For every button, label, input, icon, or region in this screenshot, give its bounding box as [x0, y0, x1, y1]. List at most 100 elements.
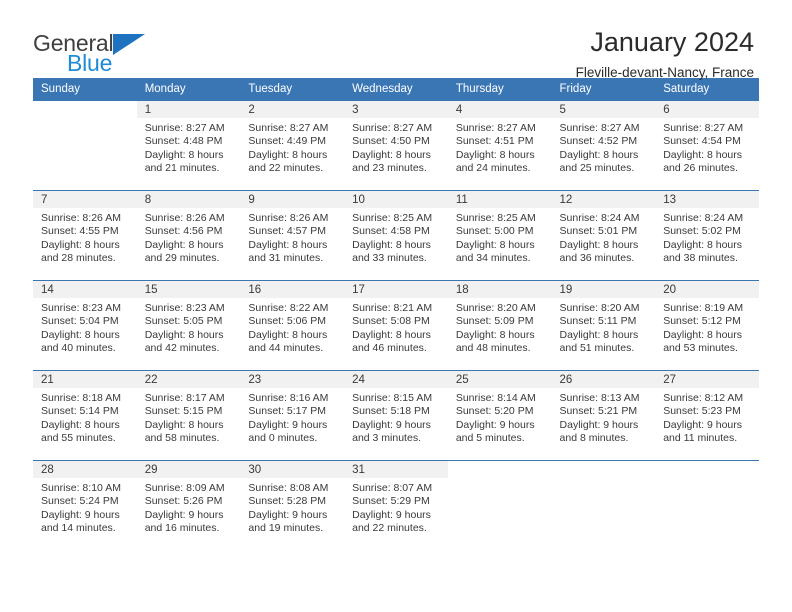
- day-sunset-text: Sunset: 5:20 PM: [455, 405, 534, 418]
- day-daylight-line-text: Daylight: 8 hours: [455, 328, 535, 341]
- day-sunrise-text: Sunrise: 8:23 AM: [144, 302, 225, 314]
- calendar-day-cell[interactable]: 24 Sunrise: 8:15 AM Sunset: 5:18 PM Dayligh…: [344, 370, 448, 461]
- calendar-day-cell[interactable]: 12 Sunrise: 8:24 AM Sunset: 5:01 PM Dayligh…: [551, 190, 656, 281]
- day-sunset-text: Sunset: 5:06 PM: [248, 315, 327, 328]
- calendar-day-cell[interactable]: 29 Sunrise: 8:09 AM Sunset: 5:26 PM Dayligh…: [136, 460, 241, 550]
- day-sunrise-text: Sunrise: 8:23 AM: [41, 302, 121, 314]
- calendar-day-cell[interactable]: 9 Sunrise: 8:26 AM Sunset: 4:57 PM Daylight…: [240, 190, 345, 281]
- calendar-day-cell[interactable]: 18 Sunrise: 8:20 AM Sunset: 5:09 PM Dayligh…: [447, 280, 552, 371]
- day-cell-inner: 17 Sunrise: 8:21 AM Sunset: 5:08 PM Dayligh…: [344, 281, 448, 370]
- day-cell-details: [552, 478, 656, 482]
- day-sunset-text: Sunset: 5:00 PM: [455, 225, 534, 238]
- weekday-header-thursday: Thursday: [447, 78, 552, 101]
- weekday-header-wednesday: Wednesday: [344, 78, 448, 101]
- calendar-day-cell[interactable]: 2 Sunrise: 8:27 AM Sunset: 4:49 PM Daylight…: [240, 100, 345, 191]
- day-sunset-text: Sunset: 5:18 PM: [352, 405, 430, 418]
- day-cell-details: Sunrise: 8:14 AM Sunset: 5:20 PM Daylight:…: [448, 388, 552, 446]
- day-sunset-text: Sunset: 5:09 PM: [455, 315, 534, 328]
- day-cell-inner: 14 Sunrise: 8:23 AM Sunset: 5:04 PM Dayligh…: [33, 281, 137, 370]
- day-daylight-line-text: Daylight: 8 hours: [144, 418, 224, 431]
- day-number: 20: [655, 281, 759, 298]
- day-number: 8: [136, 191, 241, 208]
- day-daylight-line-text: Daylight: 8 hours: [144, 328, 224, 341]
- calendar-day-cell[interactable]: 25 Sunrise: 8:14 AM Sunset: 5:20 PM Dayligh…: [447, 370, 552, 461]
- calendar-day-cell[interactable]: 11 Sunrise: 8:25 AM Sunset: 5:00 PM Dayligh…: [447, 190, 552, 281]
- day-cell-inner: 21 Sunrise: 8:18 AM Sunset: 5:14 PM Dayligh…: [33, 371, 137, 460]
- calendar-day-cell[interactable]: 26 Sunrise: 8:13 AM Sunset: 5:21 PM Dayligh…: [551, 370, 656, 461]
- calendar-day-cell-empty: [551, 460, 656, 550]
- calendar-day-cell[interactable]: 16 Sunrise: 8:22 AM Sunset: 5:06 PM Dayligh…: [240, 280, 345, 371]
- calendar-day-cell[interactable]: 17 Sunrise: 8:21 AM Sunset: 5:08 PM Dayligh…: [344, 280, 448, 371]
- day-cell-details: Sunrise: 8:23 AM Sunset: 5:05 PM Daylight:…: [137, 298, 241, 356]
- day-sunset-text: Sunset: 5:26 PM: [144, 495, 223, 508]
- day-number: 15: [136, 281, 241, 298]
- day-sunrise-text: Sunrise: 8:10 AM: [41, 482, 121, 494]
- day-cell-details: Sunrise: 8:27 AM Sunset: 4:50 PM Daylight:…: [344, 118, 448, 176]
- weekday-header-saturday: Saturday: [655, 78, 759, 101]
- day-sunrise-text: Sunrise: 8:20 AM: [559, 302, 640, 314]
- day-cell-details: Sunrise: 8:23 AM Sunset: 5:04 PM Daylight:…: [33, 298, 137, 356]
- calendar-day-cell[interactable]: 28 Sunrise: 8:10 AM Sunset: 5:24 PM Dayligh…: [33, 460, 137, 550]
- day-cell-details: Sunrise: 8:26 AM Sunset: 4:57 PM Daylight:…: [240, 208, 344, 266]
- calendar-day-cell[interactable]: 21 Sunrise: 8:18 AM Sunset: 5:14 PM Dayligh…: [33, 370, 137, 461]
- day-sunrise-text: Sunrise: 8:16 AM: [248, 392, 329, 404]
- calendar-day-cell[interactable]: 1 Sunrise: 8:27 AM Sunset: 4:48 PM Daylight…: [136, 100, 241, 191]
- day-daylight-line-text: Daylight: 8 hours: [352, 328, 431, 341]
- page-masthead: General Blue January 2024 Fleville-devan…: [0, 0, 792, 81]
- day-cell-details: Sunrise: 8:26 AM Sunset: 4:55 PM Daylight:…: [33, 208, 137, 266]
- calendar-day-cell[interactable]: 13 Sunrise: 8:24 AM Sunset: 5:02 PM Dayligh…: [655, 190, 759, 281]
- day-cell-details: Sunrise: 8:17 AM Sunset: 5:15 PM Daylight:…: [137, 388, 241, 446]
- calendar-day-cell[interactable]: 8 Sunrise: 8:26 AM Sunset: 4:56 PM Daylight…: [136, 190, 241, 281]
- calendar-day-cell[interactable]: 23 Sunrise: 8:16 AM Sunset: 5:17 PM Dayligh…: [240, 370, 345, 461]
- calendar-day-cell[interactable]: 3 Sunrise: 8:27 AM Sunset: 4:50 PM Daylight…: [344, 100, 448, 191]
- day-daylight-line-text: and 29 minutes.: [144, 252, 220, 265]
- day-cell-inner: [33, 101, 137, 190]
- day-sunset-text: Sunset: 5:21 PM: [559, 405, 638, 418]
- calendar-day-cell[interactable]: 14 Sunrise: 8:23 AM Sunset: 5:04 PM Dayligh…: [33, 280, 137, 371]
- day-daylight-line-text: Daylight: 8 hours: [559, 148, 639, 161]
- calendar-header: Sunday Monday Tuesday Wednesday Thursday…: [33, 78, 759, 101]
- day-cell-details: Sunrise: 8:21 AM Sunset: 5:08 PM Daylight:…: [344, 298, 448, 356]
- day-sunrise-text: Sunrise: 8:12 AM: [663, 392, 744, 404]
- calendar-day-cell[interactable]: 6 Sunrise: 8:27 AM Sunset: 4:54 PM Daylight…: [655, 100, 759, 191]
- day-daylight-line-text: and 21 minutes.: [144, 162, 220, 175]
- day-number: 18: [447, 281, 552, 298]
- day-daylight-line-text: and 22 minutes.: [352, 522, 427, 535]
- day-cell-inner: [551, 461, 656, 550]
- day-sunset-text: Sunset: 4:50 PM: [352, 135, 430, 148]
- calendar-day-cell[interactable]: 10 Sunrise: 8:25 AM Sunset: 4:58 PM Dayligh…: [344, 190, 448, 281]
- day-number: 7: [33, 191, 137, 208]
- calendar-day-cell[interactable]: 4 Sunrise: 8:27 AM Sunset: 4:51 PM Daylight…: [447, 100, 552, 191]
- day-sunset-text: Sunset: 4:52 PM: [559, 135, 638, 148]
- generalblue-logo[interactable]: General Blue: [33, 28, 146, 75]
- calendar-day-cell[interactable]: 27 Sunrise: 8:12 AM Sunset: 5:23 PM Dayligh…: [655, 370, 759, 461]
- calendar-day-cell[interactable]: 22 Sunrise: 8:17 AM Sunset: 5:15 PM Dayligh…: [136, 370, 241, 461]
- day-daylight-line-text: Daylight: 8 hours: [41, 418, 120, 431]
- day-cell-inner: 26 Sunrise: 8:13 AM Sunset: 5:21 PM Dayligh…: [551, 371, 656, 460]
- day-cell-details: Sunrise: 8:20 AM Sunset: 5:09 PM Daylight:…: [448, 298, 552, 356]
- weekday-header-sunday: Sunday: [33, 78, 137, 101]
- day-sunrise-text: Sunrise: 8:24 AM: [559, 212, 640, 224]
- day-cell-details: Sunrise: 8:10 AM Sunset: 5:24 PM Daylight:…: [33, 478, 137, 536]
- day-sunrise-text: Sunrise: 8:08 AM: [248, 482, 329, 494]
- day-cell-inner: 9 Sunrise: 8:26 AM Sunset: 4:57 PM Daylight…: [240, 191, 345, 280]
- calendar-week-row: 7 Sunrise: 8:26 AM Sunset: 4:55 PM Daylight…: [33, 190, 759, 281]
- day-daylight-line-text: and 44 minutes.: [248, 342, 324, 355]
- day-number: 25: [447, 371, 552, 388]
- calendar-day-cell[interactable]: 20 Sunrise: 8:19 AM Sunset: 5:12 PM Dayligh…: [655, 280, 759, 371]
- calendar-day-cell[interactable]: 31 Sunrise: 8:07 AM Sunset: 5:29 PM Dayligh…: [344, 460, 448, 550]
- day-sunset-text: Sunset: 4:51 PM: [455, 135, 534, 148]
- calendar-day-cell[interactable]: 5 Sunrise: 8:27 AM Sunset: 4:52 PM Daylight…: [551, 100, 656, 191]
- calendar-day-cell[interactable]: 7 Sunrise: 8:26 AM Sunset: 4:55 PM Daylight…: [33, 190, 137, 281]
- day-number: 9: [240, 191, 345, 208]
- day-sunrise-text: Sunrise: 8:27 AM: [144, 122, 225, 134]
- calendar-day-cell[interactable]: 15 Sunrise: 8:23 AM Sunset: 5:05 PM Dayligh…: [136, 280, 241, 371]
- day-daylight-line-text: Daylight: 8 hours: [248, 328, 328, 341]
- day-number: 27: [655, 371, 759, 388]
- calendar-page: General Blue January 2024 Fleville-devan…: [0, 0, 792, 612]
- day-number: 11: [447, 191, 552, 208]
- day-cell-inner: 18 Sunrise: 8:20 AM Sunset: 5:09 PM Dayligh…: [447, 281, 552, 370]
- day-daylight-line-text: Daylight: 8 hours: [144, 238, 224, 251]
- calendar-day-cell[interactable]: 30 Sunrise: 8:08 AM Sunset: 5:28 PM Dayligh…: [240, 460, 345, 550]
- calendar-day-cell[interactable]: 19 Sunrise: 8:20 AM Sunset: 5:11 PM Dayligh…: [551, 280, 656, 371]
